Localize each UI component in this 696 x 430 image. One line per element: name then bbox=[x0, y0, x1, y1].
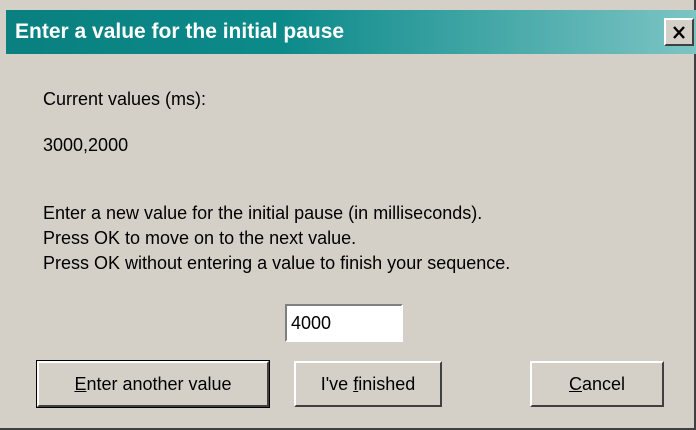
current-values-label: Current values (ms): bbox=[43, 89, 207, 109]
dialog-window: Enter a value for the initial pause Curr… bbox=[0, 0, 696, 430]
enter-another-value-label: Enter another value bbox=[74, 373, 232, 394]
instruction-line: Press OK without entering a value to fin… bbox=[43, 253, 511, 273]
finished-label: I've finished bbox=[320, 373, 416, 394]
cancel-button[interactable]: Cancel bbox=[530, 361, 664, 407]
pause-value-input[interactable] bbox=[285, 304, 403, 342]
close-icon bbox=[673, 25, 685, 39]
current-values-text: 3000,2000 bbox=[43, 135, 129, 155]
cancel-label: Cancel bbox=[568, 373, 626, 394]
enter-another-value-button[interactable]: Enter another value bbox=[36, 360, 270, 408]
instruction-line: Enter a new value for the initial pause … bbox=[43, 203, 483, 223]
window-title: Enter a value for the initial pause bbox=[15, 20, 345, 43]
instructions-text: Enter a new value for the initial pause … bbox=[43, 201, 510, 276]
title-bar[interactable]: Enter a value for the initial pause bbox=[6, 10, 696, 54]
instruction-line: Press OK to move on to the next value. bbox=[43, 228, 357, 248]
finished-button[interactable]: I've finished bbox=[294, 361, 442, 407]
close-button[interactable] bbox=[664, 18, 694, 46]
